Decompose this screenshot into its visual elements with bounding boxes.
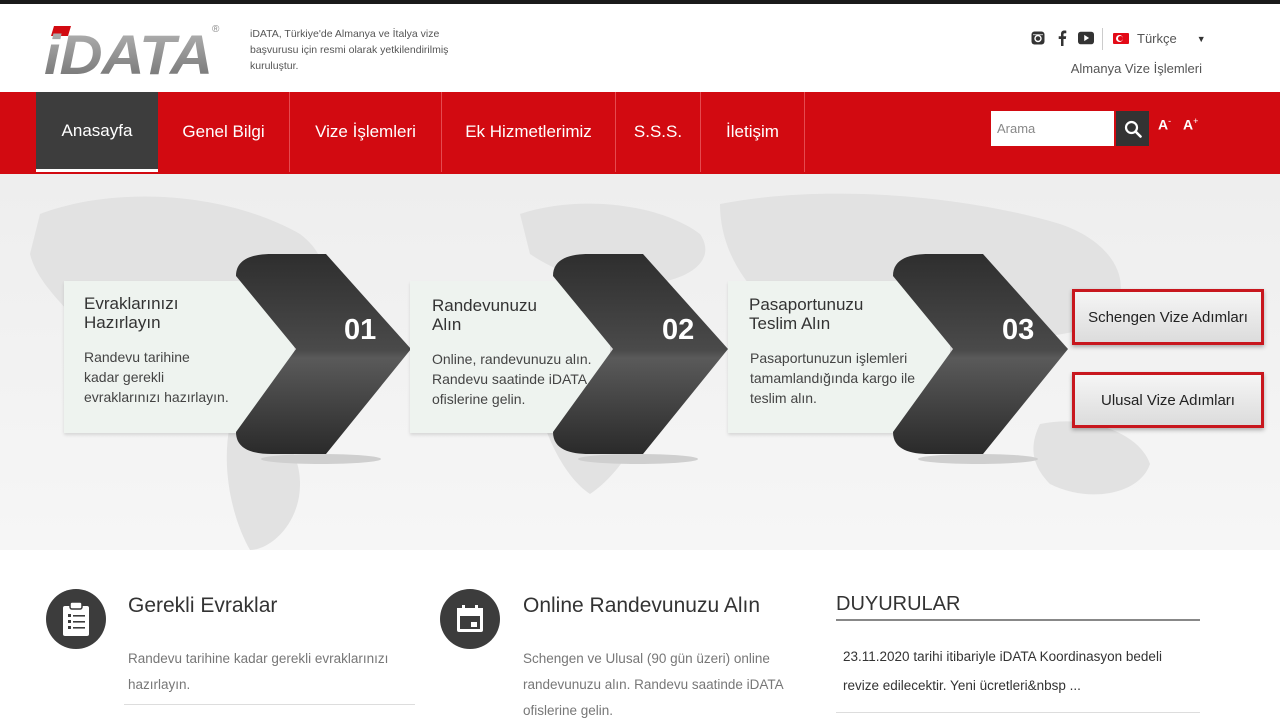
svg-text:®: ® — [212, 24, 220, 35]
online-randevu-title[interactable]: Online Randevunuzu Alın — [523, 594, 760, 618]
language-label: Türkçe — [1137, 31, 1177, 46]
online-desc-line2: randevunuzu alın. Randevu saatinde iDATA — [523, 677, 784, 692]
online-randevu-desc: Schengen ve Ulusal (90 gün üzeri) online… — [523, 646, 784, 720]
language-selector[interactable]: Türkçe ▼ — [1113, 31, 1206, 46]
search-button[interactable] — [1116, 111, 1149, 146]
font-increase-label: A — [1183, 116, 1194, 133]
search-input[interactable] — [991, 111, 1114, 146]
youtube-icon[interactable] — [1078, 30, 1094, 46]
step-desc-3-line1: Pasaportunuzun işlemleri — [750, 350, 908, 366]
step-desc-3-line2: tamamlandığında kargo ile — [750, 370, 915, 386]
hero-banner: 01 Evraklarınızı Hazırlayın Randevu tarih… — [0, 174, 1280, 550]
font-increase-sup: + — [1193, 116, 1199, 126]
font-decrease-sup: - — [1168, 116, 1172, 126]
step-desc-3-line3: teslim alın. — [750, 390, 817, 406]
nav-item-vize-islemleri[interactable]: Vize İşlemleri — [290, 92, 442, 172]
font-decrease-label: A — [1158, 116, 1169, 133]
nav-item-anasayfa[interactable]: Anasayfa — [36, 92, 158, 172]
online-desc-line1: Schengen ve Ulusal (90 gün üzeri) online — [523, 651, 770, 666]
step-desc-3: Pasaportunuzun işlemleri tamamlandığında … — [750, 348, 915, 408]
header-divider — [1102, 28, 1103, 50]
step-title-1: Evraklarınızı Hazırlayın — [84, 294, 178, 332]
step-desc-2-line2: Randevu saatinde iDATA — [432, 371, 588, 387]
facebook-icon[interactable] — [1054, 30, 1070, 46]
online-desc-line3: ofislerine gelin. — [523, 703, 614, 718]
ulusal-vize-button[interactable]: Ulusal Vize Adımları — [1072, 372, 1264, 428]
duyurular-title: DUYURULAR — [836, 593, 961, 615]
gerekli-divider — [124, 704, 415, 705]
step-title-1-line2: Hazırlayın — [84, 313, 161, 332]
chevron-arrow-1 — [236, 254, 411, 464]
step-title-2: Randevunuzu Alın — [432, 296, 537, 334]
turkey-flag-icon — [1113, 33, 1129, 44]
step-title-2-line1: Randevunuzu — [432, 296, 537, 315]
gerekli-evraklar-title[interactable]: Gerekli Evraklar — [128, 594, 277, 618]
search-icon — [1124, 120, 1142, 138]
step-number-3: 03 — [1002, 314, 1035, 346]
calendar-icon — [440, 589, 500, 649]
site-header: iDATA ® iDATA, Türkiye'de Almanya ve İta… — [0, 4, 1280, 92]
schengen-vize-button[interactable]: Schengen Vize Adımları — [1072, 289, 1264, 345]
site-tagline: iDATA, Türkiye'de Almanya ve İtalya vize… — [250, 28, 449, 72]
step-desc-2-line3: ofislerine gelin. — [432, 391, 526, 407]
social-links — [1030, 30, 1094, 46]
gerekli-evraklar-desc: Randevu tarihine kadar gerekli evrakları… — [128, 646, 388, 698]
main-navigation: Anasayfa Genel Bilgi Vize İşlemleri Ek H… — [0, 92, 1280, 174]
nav-menu: Anasayfa Genel Bilgi Vize İşlemleri Ek H… — [36, 92, 805, 172]
step-title-2-line2: Alın — [432, 315, 462, 334]
chevron-down-icon: ▼ — [1196, 33, 1206, 44]
clipboard-icon — [46, 589, 106, 649]
step-title-3-line1: Pasaportunuzu — [749, 295, 864, 314]
gerekli-desc-line2: hazırlayın. — [128, 677, 191, 692]
svg-text:iDATA: iDATA — [44, 23, 212, 80]
duyuru-divider — [836, 712, 1200, 713]
gerekli-desc-line1: Randevu tarihine kadar gerekli evrakları… — [128, 651, 389, 666]
nav-item-sss[interactable]: S.S.S. — [616, 92, 701, 172]
step-title-3: Pasaportunuzu Teslim Alın — [749, 295, 863, 333]
font-increase-button[interactable]: A+ — [1183, 116, 1198, 133]
almanya-vize-link[interactable]: Almanya Vize İşlemleri — [1071, 61, 1202, 76]
step-number-1: 01 — [344, 314, 377, 346]
step-desc-2: Online, randevunuzu alın. Randevu saatind… — [432, 349, 592, 409]
duyuru-item-line2: revize edilecektir. Yeni ücretleri&nbsp … — [843, 678, 1081, 693]
idata-logo-image: iDATA ® — [44, 23, 220, 86]
duyuru-item-line1: 23.11.2020 tarihi itibariyle iDATA Koord… — [843, 649, 1162, 664]
idata-logo[interactable]: iDATA ® — [44, 18, 224, 86]
instagram-icon[interactable] — [1030, 30, 1046, 46]
step-desc-1-line2: kadar gerekli — [84, 369, 165, 385]
font-decrease-button[interactable]: A- — [1158, 116, 1171, 133]
step-number-2: 02 — [662, 314, 695, 346]
duyurular-underline — [836, 619, 1200, 621]
chevron-arrow-3 — [893, 254, 1068, 464]
duyuru-item[interactable]: 23.11.2020 tarihi itibariyle iDATA Koord… — [843, 642, 1213, 700]
step-desc-1: Randevu tarihine kadar gerekli evraklarını… — [84, 347, 229, 407]
step-desc-1-line1: Randevu tarihine — [84, 349, 190, 365]
nav-item-iletisim[interactable]: İletişim — [701, 92, 805, 172]
nav-item-genel-bilgi[interactable]: Genel Bilgi — [158, 92, 290, 172]
step-desc-2-line1: Online, randevunuzu alın. — [432, 351, 592, 367]
step-desc-1-line3: evraklarınızı hazırlayın. — [84, 389, 229, 405]
step-title-1-line1: Evraklarınızı — [84, 294, 179, 313]
step-title-3-line2: Teslim Alın — [749, 314, 831, 333]
nav-item-ek-hizmetlerimiz[interactable]: Ek Hizmetlerimiz — [442, 92, 616, 172]
